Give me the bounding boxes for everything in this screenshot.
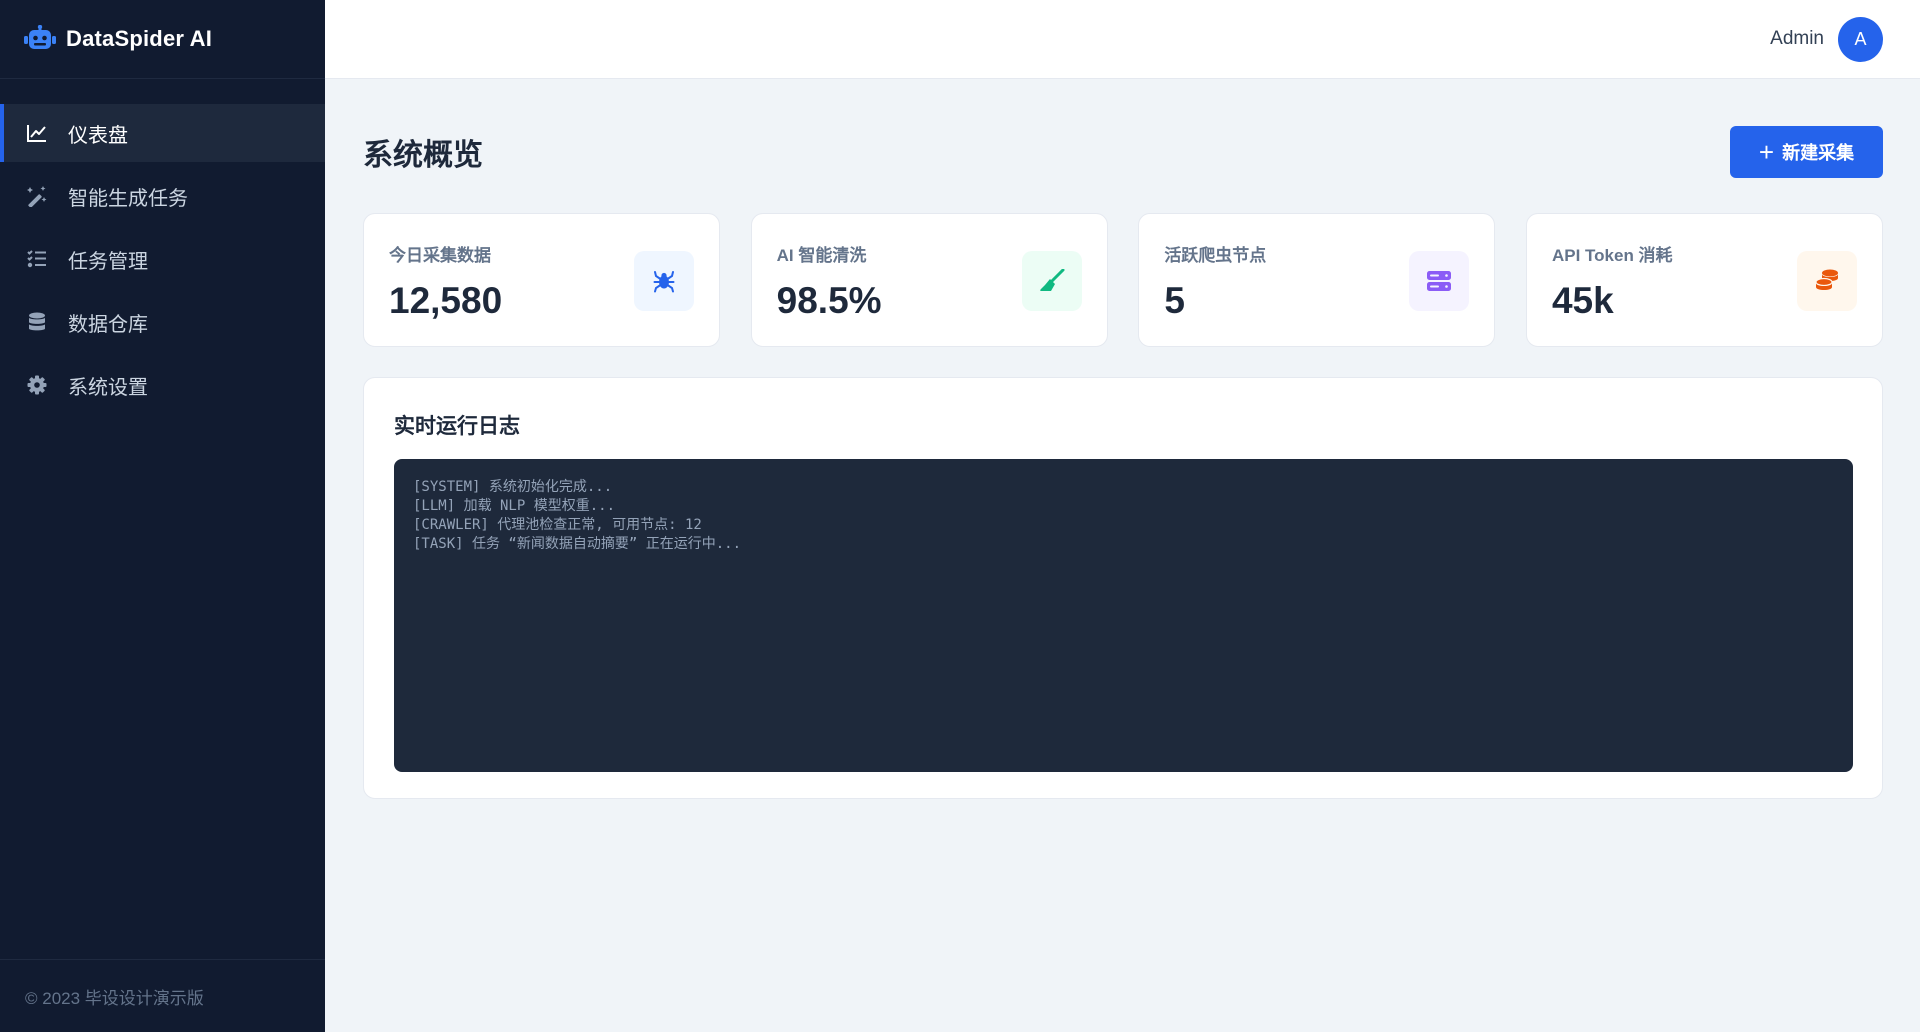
log-title: 实时运行日志 — [394, 415, 520, 438]
user-name[interactable]: Admin — [1770, 28, 1824, 50]
log-console[interactable]: [SYSTEM] 系统初始化完成... [LLM] 加载 NLP 模型权重...… — [394, 459, 1853, 772]
log-line: [CRAWLER] 代理池检查正常, 可用节点: 12 — [413, 517, 702, 533]
sidebar-item-label: 数据仓库 — [68, 313, 148, 336]
sidebar-item-ai-task[interactable]: 智能生成任务 — [0, 167, 325, 225]
log-line: [LLM] 加载 NLP 模型权重... — [413, 498, 616, 514]
log-panel: 实时运行日志 [SYSTEM] 系统初始化完成... [LLM] 加载 NLP … — [363, 377, 1883, 799]
sidebar-item-label: 任务管理 — [68, 250, 148, 273]
sidebar-item-dashboard[interactable]: 仪表盘 — [0, 104, 325, 162]
server-icon — [1409, 251, 1470, 311]
new-collection-button[interactable]: + 新建采集 — [1730, 125, 1883, 178]
stat-card-active-nodes: 活跃爬虫节点 5 — [1138, 213, 1496, 347]
sidebar-item-tasks[interactable]: 任务管理 — [0, 230, 325, 288]
sidebar-item-label: 系统设置 — [68, 376, 148, 399]
plus-icon: + — [1758, 136, 1775, 167]
stat-card-today-data: 今日采集数据 12,580 — [363, 213, 720, 347]
coins-icon — [1796, 251, 1857, 311]
log-line: [TASK] 任务 “新闻数据自动摘要” 正在运行中... — [413, 536, 742, 552]
chart-line-icon — [26, 122, 48, 144]
broom-icon — [1021, 251, 1082, 311]
page-title: 系统概览 — [363, 138, 483, 172]
gear-icon — [26, 374, 48, 396]
stat-card-ai-clean: AI 智能清洗 98.5% — [750, 213, 1108, 347]
sidebar: DataSpider AI 仪表盘 智能生成任务 任务管理 数据仓库 系统设置 … — [0, 0, 325, 1032]
database-icon — [26, 311, 48, 333]
spider-icon — [634, 251, 694, 311]
sidebar-item-label: 智能生成任务 — [68, 187, 188, 210]
log-line: [SYSTEM] 系统初始化完成... — [413, 479, 613, 495]
sidebar-item-warehouse[interactable]: 数据仓库 — [0, 293, 325, 351]
robot-icon — [24, 24, 56, 53]
sidebar-footer: © 2023 毕设设计演示版 — [0, 959, 325, 1032]
brand[interactable]: DataSpider AI — [0, 0, 325, 79]
app-name: DataSpider AI — [66, 26, 213, 51]
page-header: 系统概览 + 新建采集 — [363, 79, 1883, 212]
new-collection-label: 新建采集 — [1782, 142, 1855, 163]
sidebar-item-label: 仪表盘 — [68, 124, 128, 147]
task-list-icon — [26, 248, 48, 270]
magic-wand-icon — [26, 185, 48, 207]
avatar[interactable]: A — [1838, 16, 1883, 62]
sidebar-item-settings[interactable]: 系统设置 — [0, 356, 325, 414]
main-content: 系统概览 + 新建采集 今日采集数据 12,580 AI 智能清洗 98.5% — [363, 79, 1883, 799]
sidebar-nav: 仪表盘 智能生成任务 任务管理 数据仓库 系统设置 — [0, 104, 325, 414]
stat-card-api-token: API Token 消耗 45k — [1525, 213, 1883, 347]
top-bar: Admin A — [325, 0, 1920, 79]
stats-row: 今日采集数据 12,580 AI 智能清洗 98.5% 活跃爬虫节点 5 API… — [363, 213, 1883, 347]
